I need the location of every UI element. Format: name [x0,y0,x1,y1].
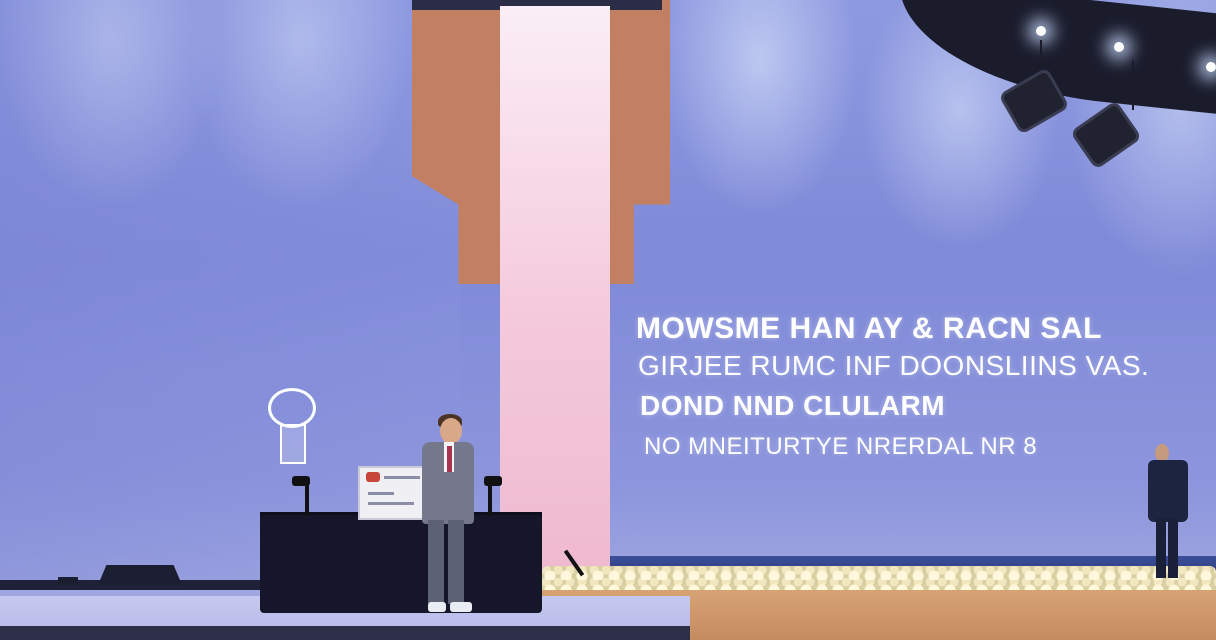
screen-text-line-4: NO MNEITURTYE NRERDAL NR 8 [644,433,1038,460]
logo-sign [268,388,316,428]
screen-line [368,502,414,505]
screen-text-line-2: GIRJEE RUMC INF DOONSLIINS VAS. [638,350,1150,381]
mic-icon [292,476,310,486]
stage-monitor [98,565,182,585]
screen-line [368,492,394,495]
speaker-leg [448,520,464,604]
mic-icon [484,476,502,486]
podium [260,515,542,613]
truss-light [1206,62,1216,72]
right-person-jacket [1148,460,1188,522]
stage-front [0,626,690,640]
truss-light [1114,42,1124,52]
speaker-shoe [450,602,472,612]
screen-logo [366,472,380,482]
stage-box [58,577,78,585]
mic-stand [488,482,492,516]
speaker-shoe [428,602,446,612]
speaker-head [440,418,462,444]
sign-post [280,424,306,464]
pink-column [500,6,610,580]
speaker-tie [447,446,452,472]
speaker-leg [428,520,444,604]
mic-stand [305,482,309,516]
right-person-leg [1168,518,1178,578]
screen-text-line-3: DOND NND CLULARM [640,390,946,421]
podium-screen [358,466,430,520]
right-person-leg [1156,518,1166,578]
fixture-cable [1132,60,1134,110]
screen-line [384,476,420,479]
screen-text-line-1: MOWSME HAN AY & RACN SAL [636,312,1102,345]
stage-scene: MOWSME HAN AY & RACN SAL GIRJEE RUMC INF… [0,0,1216,640]
truss-light [1036,26,1046,36]
